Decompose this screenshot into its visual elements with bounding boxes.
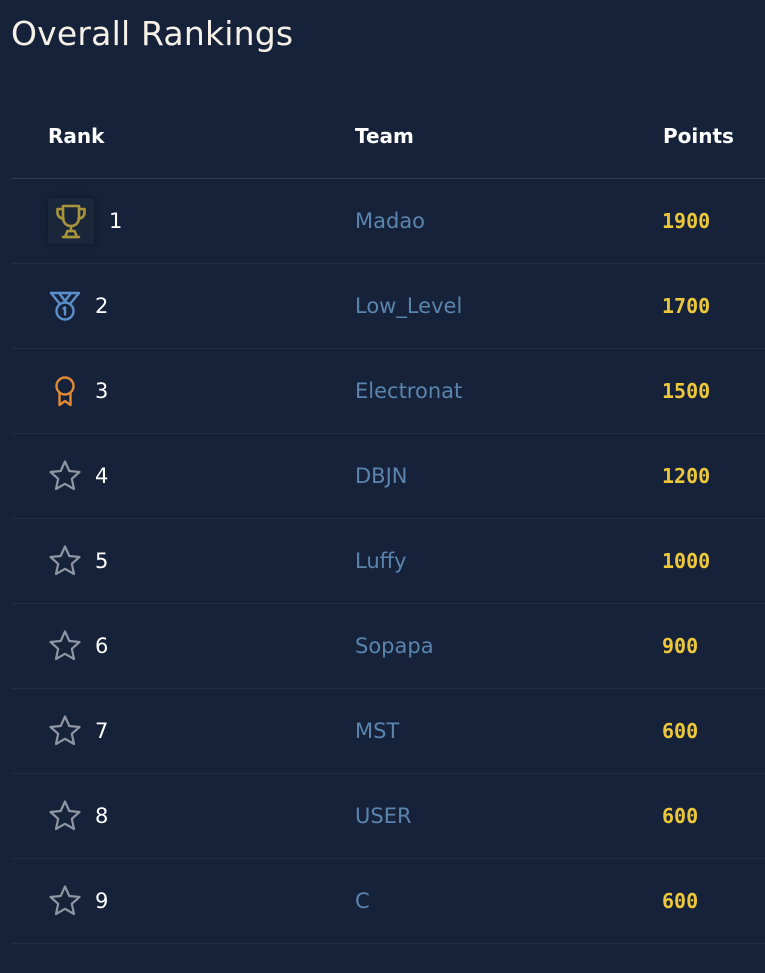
star-icon [48, 714, 82, 748]
rank-number: 1 [109, 209, 123, 233]
points-value: 1900 [662, 209, 711, 233]
rank-cell: 2 [48, 264, 108, 348]
points-value: 1200 [662, 464, 711, 488]
medal-icon [48, 289, 82, 323]
rank-number: 6 [95, 634, 109, 658]
rank-cell: 1 [48, 179, 122, 263]
table-row: 2 Low_Level 1700 [11, 264, 765, 349]
rank-cell: 9 [48, 859, 108, 943]
rank-cell: 7 [48, 689, 108, 773]
points-value: 600 [662, 719, 699, 743]
rank-number: 3 [95, 379, 109, 403]
team-link[interactable]: Sopapa [355, 604, 434, 688]
rank-cell: 3 [48, 349, 108, 433]
star-icon [48, 544, 82, 578]
rank-number: 8 [95, 804, 109, 828]
table-row: 3 Electronat 1500 [11, 349, 765, 434]
table-row: 7 MST 600 [11, 689, 765, 774]
rank-cell: 6 [48, 604, 108, 688]
team-link[interactable]: USER [355, 774, 412, 858]
points-value: 1500 [662, 379, 711, 403]
points-value: 900 [662, 634, 699, 658]
rank-column-header: Rank [48, 124, 105, 148]
star-icon [48, 884, 82, 918]
points-column-header: Points [663, 124, 734, 148]
team-link[interactable]: C [355, 859, 370, 943]
points-value: 600 [662, 889, 699, 913]
star-icon [48, 459, 82, 493]
table-header: Rank Team Points [11, 95, 765, 179]
table-row: 1 Madao 1900 [11, 179, 765, 264]
page-title: Overall Rankings [11, 14, 294, 53]
trophy-icon [48, 198, 94, 244]
rank-cell: 4 [48, 434, 108, 518]
team-link[interactable]: Madao [355, 179, 425, 263]
table-row: 6 Sopapa 900 [11, 604, 765, 689]
rank-number: 5 [95, 549, 109, 573]
rank-number: 9 [95, 889, 109, 913]
team-link[interactable]: Electronat [355, 349, 462, 433]
star-icon [48, 629, 82, 663]
table-row: 4 DBJN 1200 [11, 434, 765, 519]
rankings-table: Rank Team Points 1 Madao 1900 2 Low_Leve… [11, 95, 765, 944]
points-value: 1000 [662, 549, 711, 573]
table-row: 9 C 600 [11, 859, 765, 944]
table-row: 5 Luffy 1000 [11, 519, 765, 604]
rank-cell: 8 [48, 774, 108, 858]
rank-cell: 5 [48, 519, 108, 603]
team-column-header: Team [355, 124, 414, 148]
team-link[interactable]: Low_Level [355, 264, 462, 348]
points-value: 600 [662, 804, 699, 828]
rank-number: 2 [95, 294, 109, 318]
rank-number: 4 [95, 464, 109, 488]
team-link[interactable]: DBJN [355, 434, 407, 518]
team-link[interactable]: Luffy [355, 519, 407, 603]
team-link[interactable]: MST [355, 689, 399, 773]
rank-number: 7 [95, 719, 109, 743]
points-value: 1700 [662, 294, 711, 318]
table-row: 8 USER 600 [11, 774, 765, 859]
star-icon [48, 799, 82, 833]
award-ribbon-icon [48, 374, 82, 408]
